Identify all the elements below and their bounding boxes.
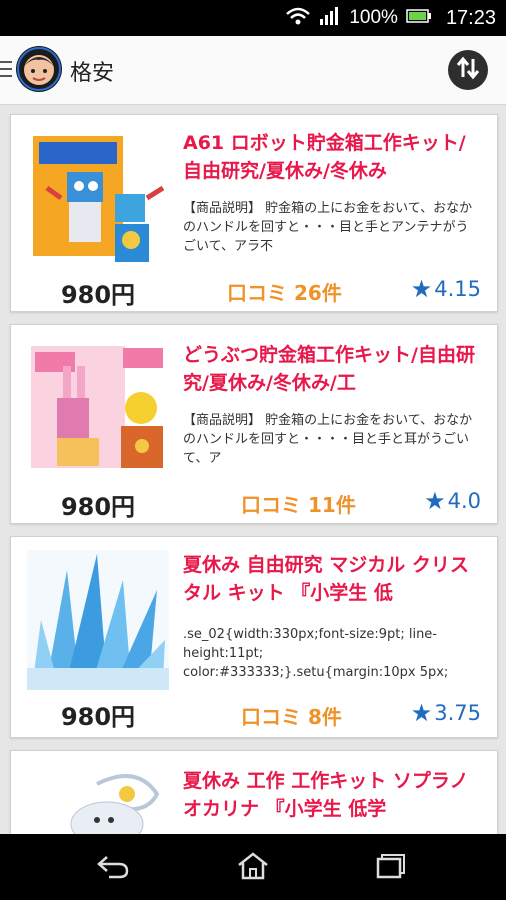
wifi-icon xyxy=(285,6,311,30)
product-image[interactable] xyxy=(27,128,169,268)
product-card[interactable]: 980円 夏休み 自由研究 マジカル クリスタル キット 『小学生 低 .se_… xyxy=(10,536,498,738)
review-suffix: 件 xyxy=(321,705,342,729)
review-label: 口コミ xyxy=(241,705,301,729)
product-price: 980円 xyxy=(60,493,136,521)
review-number: 11 xyxy=(307,493,336,517)
menu-icon[interactable] xyxy=(0,61,12,79)
signal-icon xyxy=(319,6,341,30)
star-icon: ★ xyxy=(424,487,446,515)
back-button[interactable] xyxy=(93,851,133,885)
app-bar: 格安 xyxy=(0,36,506,105)
review-suffix: 件 xyxy=(321,281,342,305)
product-description: .se_02{width:330px;font-size:9pt; line-h… xyxy=(183,627,449,680)
sort-button[interactable] xyxy=(448,50,488,90)
review-number: 8 xyxy=(307,705,322,729)
battery-percent: 100% xyxy=(349,7,398,28)
product-card[interactable]: 980円 どうぶつ貯金箱工作キット/自由研究/夏休み/冬休み/工 【商品説明】 … xyxy=(10,324,498,524)
product-rating: ★ 4.0 xyxy=(424,487,481,515)
product-price: 980円 xyxy=(60,703,136,731)
product-title[interactable]: 夏休み 工作 工作キット ソプラノ オカリナ 『小学生 低学 xyxy=(183,767,483,823)
home-icon xyxy=(235,851,271,885)
product-rating: ★ 3.75 xyxy=(411,699,481,727)
clock: 17:23 xyxy=(445,6,496,29)
product-list[interactable]: 980円 A61 ロボット貯金箱工作キット/自由研究/夏休み/冬休み 【商品説明… xyxy=(0,104,506,834)
star-icon: ★ xyxy=(410,699,433,727)
star-icon: ★ xyxy=(410,275,433,303)
back-icon xyxy=(95,853,131,883)
recent-apps-icon xyxy=(374,851,410,885)
rating-value: 4.0 xyxy=(447,489,481,513)
product-title[interactable]: 夏休み 自由研究 マジカル クリスタル キット 『小学生 低 xyxy=(183,551,483,607)
review-count[interactable]: 口コミ 26件 xyxy=(227,277,342,306)
sort-icon xyxy=(455,55,481,85)
review-count[interactable]: 口コミ 11件 xyxy=(241,489,356,518)
rating-value: 3.75 xyxy=(434,701,481,725)
navigation-bar xyxy=(0,834,506,900)
product-description: 【商品説明】 貯金箱の上にお金をおいて、おなかのハンドルを回すと・・・・目と手と… xyxy=(183,413,473,466)
product-description: 【商品説明】 貯金箱の上にお金をおいて、おなかのハンドルを回すと・・・目と手とア… xyxy=(183,201,473,254)
home-button[interactable] xyxy=(233,851,273,885)
battery-icon xyxy=(406,8,432,28)
rating-value: 4.15 xyxy=(434,277,481,301)
product-price: 980円 xyxy=(60,281,136,309)
review-label: 口コミ xyxy=(241,493,301,517)
product-title[interactable]: A61 ロボット貯金箱工作キット/自由研究/夏休み/冬休み xyxy=(183,129,483,185)
product-image[interactable] xyxy=(27,550,169,690)
review-suffix: 件 xyxy=(335,493,356,517)
product-card[interactable]: 夏休み 工作 工作キット ソプラノ オカリナ 『小学生 低学 xyxy=(10,750,498,834)
app-title: 格安 xyxy=(70,61,115,86)
review-count[interactable]: 口コミ 8件 xyxy=(241,701,342,730)
product-image[interactable] xyxy=(27,764,169,834)
status-bar: 100% 17:23 xyxy=(0,0,506,36)
avatar[interactable] xyxy=(16,46,62,92)
product-rating: ★ 4.15 xyxy=(411,275,481,303)
product-title[interactable]: どうぶつ貯金箱工作キット/自由研究/夏休み/冬休み/工 xyxy=(183,341,483,397)
review-number: 26 xyxy=(293,281,322,305)
product-image[interactable] xyxy=(27,338,169,478)
product-card[interactable]: 980円 A61 ロボット貯金箱工作キット/自由研究/夏休み/冬休み 【商品説明… xyxy=(10,114,498,312)
review-label: 口コミ xyxy=(227,281,287,305)
recent-apps-button[interactable] xyxy=(372,851,412,885)
